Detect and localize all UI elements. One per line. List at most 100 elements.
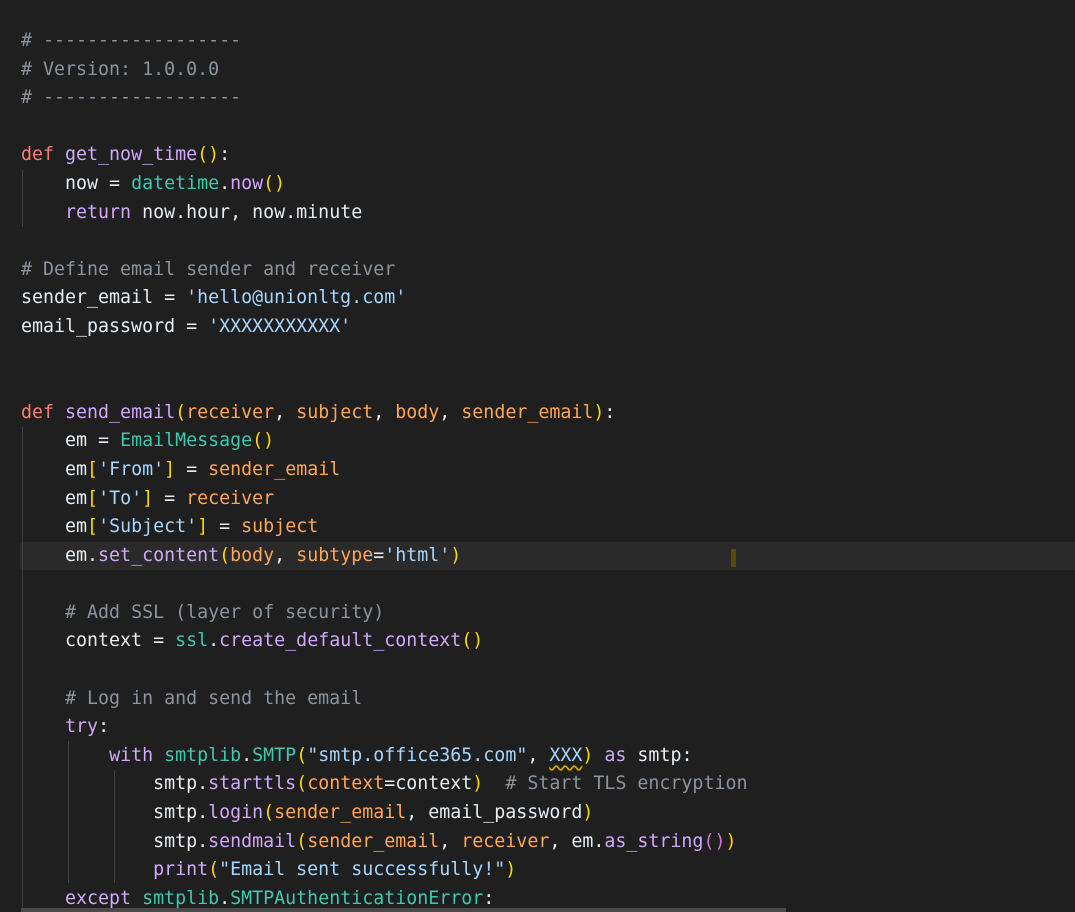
code-token: ,: [439, 401, 462, 423]
indent-guide: [22, 427, 23, 912]
code-token: .: [208, 630, 220, 652]
code-token: print: [153, 859, 209, 881]
code-line[interactable]: with smtplib.SMTP("smtp.office365.com", …: [21, 742, 1075, 771]
code-line[interactable]: # ------------------: [21, 27, 1075, 56]
code-token: ): [725, 830, 737, 852]
code-token: 'To': [98, 487, 143, 509]
code-token: starttls: [208, 773, 297, 795]
code-token: XXX: [549, 744, 583, 766]
code-token: body: [230, 544, 275, 566]
code-token: (): [197, 144, 220, 166]
code-line[interactable]: # Define email sender and receiver: [21, 256, 1075, 285]
code-line[interactable]: em['Subject'] = subject: [21, 513, 1075, 542]
code-line[interactable]: context = ssl.create_default_context(): [21, 627, 1075, 656]
code-token: body: [395, 401, 440, 423]
code-token: , email_password: [406, 802, 583, 824]
code-line[interactable]: [21, 227, 1075, 256]
code-token: em: [21, 487, 88, 509]
code-token: :: [483, 887, 495, 909]
code-token: except: [65, 887, 143, 909]
code-token: send_email: [65, 401, 176, 423]
code-line-current[interactable]: em.set_content(body, subtype='html'): [21, 541, 1075, 571]
code-token: EmailMessage: [120, 430, 253, 452]
code-token: try: [65, 716, 99, 738]
code-line[interactable]: try:: [21, 713, 1075, 742]
code-token: .: [241, 744, 253, 766]
code-token: ): [582, 802, 594, 824]
code-line[interactable]: email_password = 'XXXXXXXXXXX': [21, 313, 1075, 342]
code-token: now: [230, 172, 264, 194]
indent-guide: [114, 770, 115, 883]
code-token: em: [21, 458, 88, 480]
code-token: as_string: [604, 830, 704, 852]
code-token: now.hour, now.minute: [131, 201, 363, 223]
code-token: 'From': [98, 458, 165, 480]
code-token: ]: [164, 458, 176, 480]
code-line[interactable]: em['To'] = receiver: [21, 485, 1075, 514]
code-token: # Add SSL (layer of security): [65, 601, 385, 623]
code-token: subtype: [296, 544, 374, 566]
code-line[interactable]: print("Email sent successfully!"): [21, 856, 1075, 885]
code-line[interactable]: now = datetime.now(): [21, 170, 1075, 199]
code-token: sender_email: [307, 830, 440, 852]
code-token: "smtp.office365.com": [307, 744, 528, 766]
code-line[interactable]: [21, 370, 1075, 399]
code-line[interactable]: [21, 342, 1075, 371]
code-line[interactable]: smtp.starttls(context=context) # Start T…: [21, 770, 1075, 799]
code-line[interactable]: [21, 656, 1075, 685]
code-token: 'XXXXXXXXXXX': [208, 315, 352, 337]
code-line[interactable]: def send_email(receiver, subject, body, …: [21, 399, 1075, 428]
code-line[interactable]: def get_now_time():: [21, 141, 1075, 170]
text-cursor: [731, 549, 736, 567]
code-token: "Email sent successfully!": [219, 859, 506, 881]
code-token: datetime: [131, 172, 220, 194]
code-token: subject: [296, 401, 374, 423]
indent-guide: [68, 741, 69, 883]
code-editor[interactable]: # ------------------ # Version: 1.0.0.0 # …: [0, 0, 1075, 912]
code-line[interactable]: # ------------------: [21, 84, 1075, 113]
code-token: email_password =: [21, 315, 209, 337]
code-token: ,: [527, 744, 550, 766]
code-token: em =: [21, 430, 121, 452]
code-token: 'hello@unionltg.com': [186, 287, 407, 309]
code-token: ]: [197, 516, 209, 538]
code-line[interactable]: em = EmailMessage(): [21, 427, 1075, 456]
code-token: context =: [21, 630, 176, 652]
code-line[interactable]: return now.hour, now.minute: [21, 199, 1075, 228]
code-token: (: [175, 401, 187, 423]
code-line[interactable]: # Log in and send the email: [21, 685, 1075, 714]
code-token: receiver: [186, 401, 275, 423]
code-line[interactable]: em['From'] = sender_email: [21, 456, 1075, 485]
code-token: login: [208, 802, 264, 824]
code-token: # Log in and send the email: [65, 687, 363, 709]
code-token: ,: [373, 401, 396, 423]
code-token: em: [21, 516, 88, 538]
code-token: now =: [21, 172, 132, 194]
code-token: :: [98, 716, 110, 738]
code-token: with: [109, 744, 165, 766]
code-token: def: [21, 401, 66, 423]
code-line[interactable]: smtp.sendmail(sender_email, receiver, em…: [21, 828, 1075, 857]
code-token: (): [461, 630, 484, 652]
code-token: [: [87, 458, 99, 480]
horizontal-scrollbar[interactable]: [21, 908, 786, 912]
code-lines[interactable]: # ------------------ # Version: 1.0.0.0 # …: [21, 27, 1075, 912]
code-token: =: [153, 487, 187, 509]
code-line[interactable]: # Add SSL (layer of security): [21, 599, 1075, 628]
code-line[interactable]: # Version: 1.0.0.0: [21, 56, 1075, 85]
code-line[interactable]: sender_email = 'hello@unionltg.com': [21, 284, 1075, 313]
code-token: =: [175, 458, 209, 480]
code-token: ,: [439, 830, 462, 852]
code-line[interactable]: [21, 113, 1075, 142]
indent-guide: [22, 170, 23, 227]
code-line[interactable]: [21, 570, 1075, 599]
code-token: 'html': [384, 544, 451, 566]
code-token: as: [593, 744, 627, 766]
code-token: # ------------------: [21, 30, 242, 51]
code-line[interactable]: smtp.login(sender_email, email_password): [21, 799, 1075, 828]
code-token: ,: [274, 401, 297, 423]
